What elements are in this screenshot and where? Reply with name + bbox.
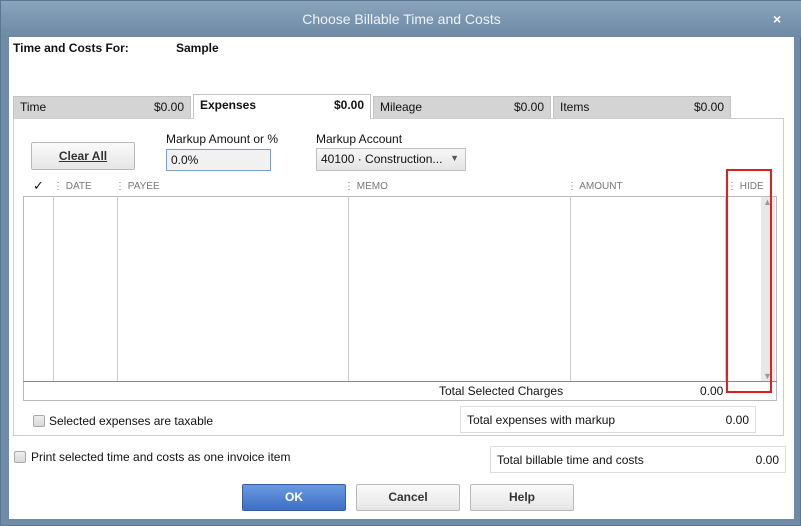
column-divider [53,196,54,381]
close-icon[interactable]: × [773,11,781,27]
markup-amount-input[interactable]: 0.0% [166,149,271,171]
total-markup-label: Total expenses with markup [467,412,616,427]
hide-column-highlight [726,169,772,393]
total-billable-label: Total billable time and costs [497,452,644,467]
tab-items[interactable]: Items $0.00 [553,96,731,118]
time-costs-for-label: Time and Costs For: [13,41,129,55]
total-markup-box: Total expenses with markup 0.00 [460,406,756,433]
help-button[interactable]: Help [470,484,574,511]
expenses-table [23,196,777,401]
header-label: PAYEE [127,181,160,192]
print-one-item-label: Print selected time and costs as one inv… [31,450,291,464]
chevron-down-icon: ▼ [450,153,459,163]
tab-label: Items [560,100,590,114]
column-divider [570,196,571,381]
total-divider [23,381,777,382]
markup-account-select[interactable]: 40100 · Construction... ▼ [316,148,466,171]
column-divider [117,196,118,381]
date-column-header[interactable]: ⋮ DATE [53,181,92,192]
amount-column-header[interactable]: ⋮ AMOUNT [567,181,623,192]
header-label: AMOUNT [579,181,623,192]
tab-label: Expenses [200,98,257,112]
ok-button[interactable]: OK [242,484,346,511]
total-selected-label: Total Selected Charges [439,384,564,398]
tab-label: Mileage [380,100,423,114]
tab-amount: $0.00 [693,100,724,114]
cancel-button[interactable]: Cancel [356,484,460,511]
tab-time[interactable]: Time $0.00 [13,96,191,118]
taxable-checkbox[interactable] [33,415,45,427]
payee-column-header[interactable]: ⋮ PAYEE [115,181,160,192]
customer-name: Sample [176,41,219,55]
taxable-label: Selected expenses are taxable [49,414,214,428]
dialog: Choose Billable Time and Costs × Time an… [0,0,801,526]
tab-amount: $0.00 [513,100,544,114]
tab-mileage[interactable]: Mileage $0.00 [373,96,551,118]
check-column-header[interactable]: ✓ [33,178,44,194]
header-label: MEMO [356,181,388,192]
memo-column-header[interactable]: ⋮ MEMO [344,181,388,192]
print-one-item-checkbox[interactable] [14,451,26,463]
tab-amount: $0.00 [333,98,364,112]
tab-label: Time [20,100,47,114]
total-billable-value: 0.00 [755,452,779,467]
tab-amount: $0.00 [153,100,184,114]
header-label: DATE [65,181,92,192]
total-markup-value: 0.00 [725,412,749,427]
dialog-title: Choose Billable Time and Costs [1,1,801,37]
markup-account-value: 40100 · Construction... [321,152,443,166]
markup-account-label: Markup Account [316,132,403,146]
markup-amount-label: Markup Amount or % [166,132,279,146]
tab-expenses[interactable]: Expenses $0.00 [193,94,371,119]
total-selected-value: 0.00 [700,384,724,398]
clear-all-button[interactable]: Clear All [31,142,135,170]
total-billable-box: Total billable time and costs 0.00 [490,446,786,473]
column-divider [348,196,349,381]
